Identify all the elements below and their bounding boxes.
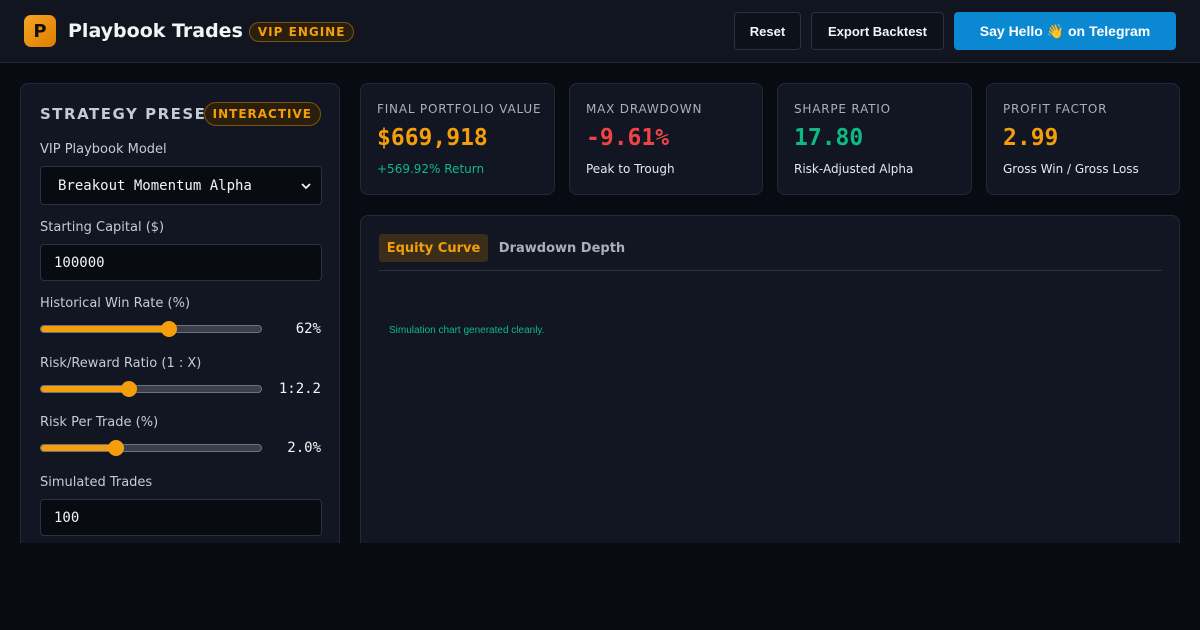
tab-equity-curve[interactable]: Equity Curve [379, 234, 488, 262]
rr-label: Risk/Reward Ratio (1 : X) [40, 356, 202, 371]
kpi-value: $669,918 [377, 125, 488, 151]
interactive-badge: INTERACTIVE [203, 102, 321, 126]
kpi-value: -9.61% [586, 125, 670, 151]
win-rate-slider-fill [41, 326, 169, 332]
model-select-value: Breakout Momentum Alpha [58, 177, 252, 194]
model-select[interactable]: Breakout Momentum Alpha [40, 166, 322, 205]
logo-icon: P [24, 15, 56, 47]
kpi-value: 17.80 [794, 125, 864, 151]
kpi-label: PROFIT FACTOR [1003, 102, 1108, 116]
vip-engine-badge: VIP ENGINE [248, 22, 355, 42]
kpi-card-profit-factor: PROFIT FACTOR 2.99 Gross Win / Gross Los… [986, 83, 1180, 195]
kpi-sub: Gross Win / Gross Loss [1003, 162, 1139, 176]
kpi-sub: +569.92% Return [377, 162, 485, 176]
win-rate-label: Historical Win Rate (%) [40, 296, 191, 311]
app-title: Playbook Trades [68, 19, 243, 42]
risk-label: Risk Per Trade (%) [40, 415, 159, 430]
chart-status-message: Simulation chart generated cleanly. [389, 325, 545, 336]
capital-label: Starting Capital ($) [40, 220, 165, 235]
kpi-sub: Peak to Trough [586, 162, 675, 176]
risk-value: 2.0% [287, 440, 321, 456]
risk-slider[interactable] [40, 440, 262, 456]
chevron-down-icon [301, 182, 311, 189]
win-rate-slider-handle[interactable] [160, 321, 177, 337]
telegram-button[interactable]: Say Hello 👋 on Telegram [954, 12, 1176, 50]
app-header: P Playbook Trades VIP ENGINE Reset Expor… [0, 0, 1200, 63]
tab-drawdown-depth[interactable]: Drawdown Depth [495, 234, 629, 262]
panel-title: STRATEGY PRESET [40, 105, 219, 123]
kpi-value: 2.99 [1003, 125, 1059, 151]
kpi-label: MAX DRAWDOWN [586, 102, 703, 116]
capital-input[interactable]: 100000 [40, 244, 322, 281]
trades-input[interactable]: 100 [40, 499, 322, 536]
rr-value: 1:2.2 [278, 381, 321, 397]
brand: Playbook Trades VIP ENGINE [68, 19, 355, 42]
rr-slider-fill [41, 386, 129, 392]
kpi-sub: Risk-Adjusted Alpha [794, 162, 914, 176]
win-rate-slider[interactable] [40, 321, 262, 337]
win-rate-value: 62% [295, 321, 321, 337]
export-backtest-button[interactable]: Export Backtest [811, 12, 944, 50]
risk-slider-handle[interactable] [107, 440, 124, 456]
kpi-label: SHARPE RATIO [794, 102, 891, 116]
kpi-card-max-drawdown: MAX DRAWDOWN -9.61% Peak to Trough [569, 83, 763, 195]
risk-slider-fill [41, 445, 116, 451]
kpi-card-sharpe-ratio: SHARPE RATIO 17.80 Risk-Adjusted Alpha [777, 83, 972, 195]
rr-slider[interactable] [40, 381, 262, 397]
trades-label: Simulated Trades [40, 475, 153, 490]
capital-input-value: 100000 [54, 254, 105, 271]
kpi-card-portfolio-value: FINAL PORTFOLIO VALUE $669,918 +569.92% … [360, 83, 555, 195]
rr-slider-handle[interactable] [121, 381, 137, 397]
trades-input-value: 100 [54, 509, 80, 526]
model-label: VIP Playbook Model [40, 142, 167, 157]
reset-button[interactable]: Reset [734, 12, 801, 50]
strategy-panel: STRATEGY PRESET INTERACTIVE VIP Playbook… [20, 83, 340, 543]
tab-divider [379, 270, 1162, 271]
kpi-label: FINAL PORTFOLIO VALUE [377, 102, 542, 116]
chart-card: Equity Curve Drawdown Depth Simulation c… [360, 215, 1180, 543]
